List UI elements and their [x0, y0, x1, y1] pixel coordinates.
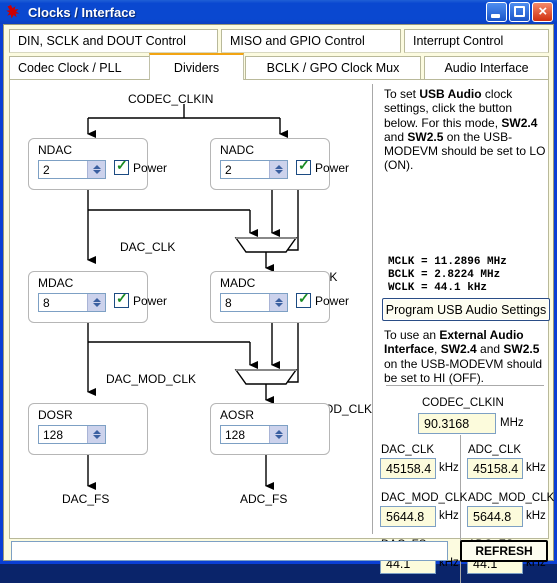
- ndac-spinner-arrows[interactable]: [87, 161, 105, 178]
- tab-audio-interface[interactable]: Audio Interface: [424, 56, 549, 80]
- block-madc: MADC 8 ✓ Power: [210, 271, 349, 323]
- tab-bclk-gpo-clock-mux[interactable]: BCLK / GPO Clock Mux: [245, 56, 421, 80]
- tab-interrupt-control[interactable]: Interrupt Control: [404, 29, 549, 53]
- status-bar: REFRESH: [4, 540, 555, 562]
- block-dosr: DOSR 128: [28, 403, 148, 455]
- refresh-button[interactable]: REFRESH: [460, 540, 548, 562]
- dosr-spinner[interactable]: 128: [38, 425, 106, 444]
- label-dac-clk: DAC_CLK: [120, 240, 176, 254]
- tab-content-dividers: CODEC_CLKIN NDAC 2 ✓ Power NADC 2 ✓ Powe…: [9, 79, 554, 583]
- field-dac-clk: 45158.4: [380, 458, 436, 479]
- nadc-spinner[interactable]: 2: [220, 160, 288, 179]
- ndac-power-checkbox[interactable]: ✓ Power: [114, 157, 167, 175]
- maximize-button[interactable]: [509, 2, 530, 22]
- unit-dac-clk: kHz: [439, 462, 459, 474]
- window-title: Clocks / Interface: [28, 4, 136, 20]
- block-nadc: NADC 2 ✓ Power: [210, 138, 349, 190]
- dialog-body: DIN, SCLK and DOUT Control MISO and GPIO…: [3, 24, 555, 583]
- label-adc-clk-readout: ADC_CLK: [468, 444, 522, 456]
- checkbox-icon: ✓: [296, 290, 311, 308]
- mdac-spinner[interactable]: 8: [38, 293, 106, 312]
- unit-dac-mod-clk: kHz: [439, 510, 459, 522]
- label-codec-clkin-readout: CODEC_CLKIN: [422, 397, 504, 409]
- clock-values-readout: MCLK = 11.2896 MHz BCLK = 2.8224 MHz WCL…: [388, 256, 507, 294]
- ti-logo-icon: [5, 3, 23, 21]
- external-audio-note: To use an External Audio Interface, SW2.…: [384, 328, 543, 385]
- dosr-spinner-arrows[interactable]: [87, 426, 105, 443]
- checkbox-icon: ✓: [296, 157, 311, 175]
- checkbox-icon: ✓: [114, 290, 129, 308]
- label-dac-fs: DAC_FS: [62, 492, 110, 506]
- tab-miso-gpio-control[interactable]: MISO and GPIO Control: [221, 29, 401, 53]
- panel-divider: [372, 84, 373, 534]
- program-usb-audio-settings-button[interactable]: Program USB Audio Settings: [382, 298, 550, 321]
- aosr-spinner[interactable]: 128: [220, 425, 288, 444]
- minimize-button[interactable]: [486, 2, 507, 22]
- mdac-spinner-arrows[interactable]: [87, 294, 105, 311]
- title-bar: Clocks / Interface ×: [0, 0, 557, 24]
- label-dac-clk-readout: DAC_CLK: [381, 444, 435, 456]
- clock-divider-diagram: CODEC_CLKIN NDAC 2 ✓ Power NADC 2 ✓ Powe…: [10, 80, 372, 538]
- close-button[interactable]: ×: [532, 2, 553, 22]
- madc-spinner-arrows[interactable]: [269, 294, 287, 311]
- madc-spinner[interactable]: 8: [220, 293, 288, 312]
- block-aosr: AOSR 128: [210, 403, 330, 455]
- window-controls: ×: [486, 2, 553, 22]
- tab-codec-clock-pll[interactable]: Codec Clock / PLL: [9, 56, 157, 80]
- field-adc-mod-clk: 5644.8: [467, 506, 523, 527]
- nadc-power-checkbox[interactable]: ✓ Power: [296, 157, 349, 175]
- nadc-spinner-arrows[interactable]: [269, 161, 287, 178]
- unit-codec-clkin: MHz: [500, 417, 524, 429]
- usb-audio-note: To set USB Audio clock settings, click t…: [384, 87, 546, 173]
- ndac-spinner[interactable]: 2: [38, 160, 106, 179]
- mdac-power-checkbox[interactable]: ✓ Power: [114, 290, 167, 308]
- block-mdac: MDAC 8 ✓ Power: [28, 271, 167, 323]
- field-codec-clkin: 90.3168: [418, 413, 496, 434]
- label-dac-mod-clk-readout: DAC_MOD_CLK: [381, 492, 468, 504]
- field-dac-mod-clk: 5644.8: [380, 506, 436, 527]
- checkbox-icon: ✓: [114, 157, 129, 175]
- label-codec-clkin: CODEC_CLKIN: [128, 92, 214, 106]
- label-adc-fs: ADC_FS: [240, 492, 288, 506]
- application-window: Clocks / Interface × DIN, SCLK and DOUT …: [0, 0, 557, 583]
- label-adc-mod-clk-readout: ADC_MOD_CLK: [468, 492, 555, 504]
- tab-strip: DIN, SCLK and DOUT Control MISO and GPIO…: [9, 29, 549, 83]
- usb-audio-panel: To set USB Audio clock settings, click t…: [378, 80, 554, 583]
- close-icon: ×: [538, 3, 547, 20]
- field-adc-clk: 45158.4: [467, 458, 523, 479]
- label-dac-mod-clk: DAC_MOD_CLK: [106, 372, 197, 386]
- madc-power-checkbox[interactable]: ✓ Power: [296, 290, 349, 308]
- tab-din-sclk-dout-control[interactable]: DIN, SCLK and DOUT Control: [9, 29, 218, 53]
- unit-adc-clk: kHz: [526, 462, 546, 474]
- panel-separator: [386, 385, 544, 386]
- status-message-field[interactable]: [11, 541, 448, 561]
- tab-dividers[interactable]: Dividers: [149, 53, 244, 80]
- block-ndac: NDAC 2 ✓ Power: [28, 138, 167, 190]
- aosr-spinner-arrows[interactable]: [269, 426, 287, 443]
- unit-adc-mod-clk: kHz: [526, 510, 546, 522]
